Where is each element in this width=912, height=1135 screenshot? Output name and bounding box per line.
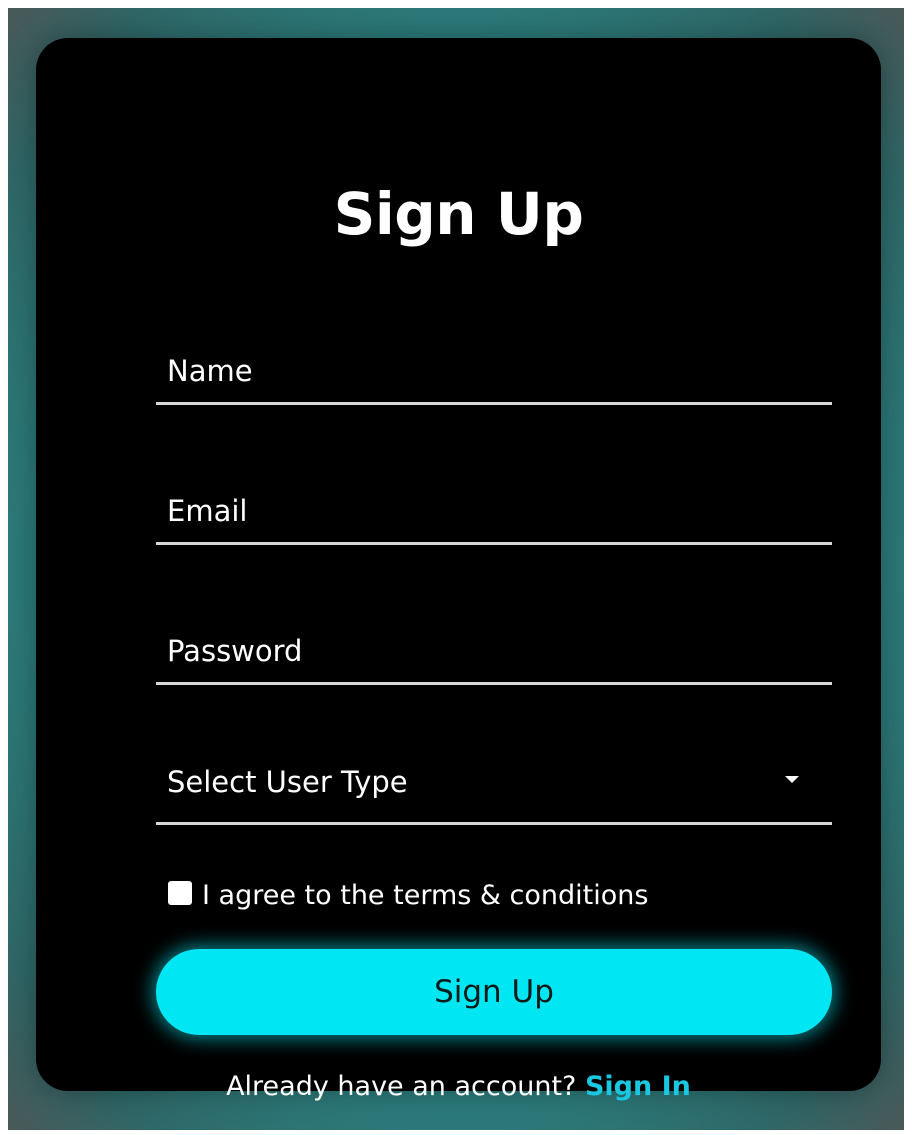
terms-label[interactable]: I agree to the terms & conditions bbox=[202, 880, 648, 911]
signin-link[interactable]: Sign In bbox=[585, 1071, 691, 1102]
name-input[interactable] bbox=[156, 335, 832, 402]
password-input[interactable] bbox=[156, 615, 832, 682]
signup-button[interactable]: Sign Up bbox=[156, 949, 832, 1035]
name-field[interactable] bbox=[156, 335, 832, 405]
terms-row[interactable]: I agree to the terms & conditions bbox=[168, 877, 648, 913]
terms-checkbox[interactable] bbox=[168, 881, 192, 905]
page-title: Sign Up bbox=[333, 180, 584, 248]
user-type-label: Select User Type bbox=[167, 765, 408, 799]
footer-text: Already have an account? bbox=[226, 1071, 577, 1102]
email-field[interactable] bbox=[156, 475, 832, 545]
signin-footer: Already have an account? Sign In bbox=[36, 1071, 881, 1102]
signup-card: Sign Up Select User Type I agree to the … bbox=[36, 38, 881, 1102]
caret-down-icon[interactable] bbox=[785, 776, 799, 783]
email-input[interactable] bbox=[156, 475, 832, 542]
password-field[interactable] bbox=[156, 615, 832, 685]
user-type-select[interactable]: Select User Type bbox=[156, 755, 832, 825]
